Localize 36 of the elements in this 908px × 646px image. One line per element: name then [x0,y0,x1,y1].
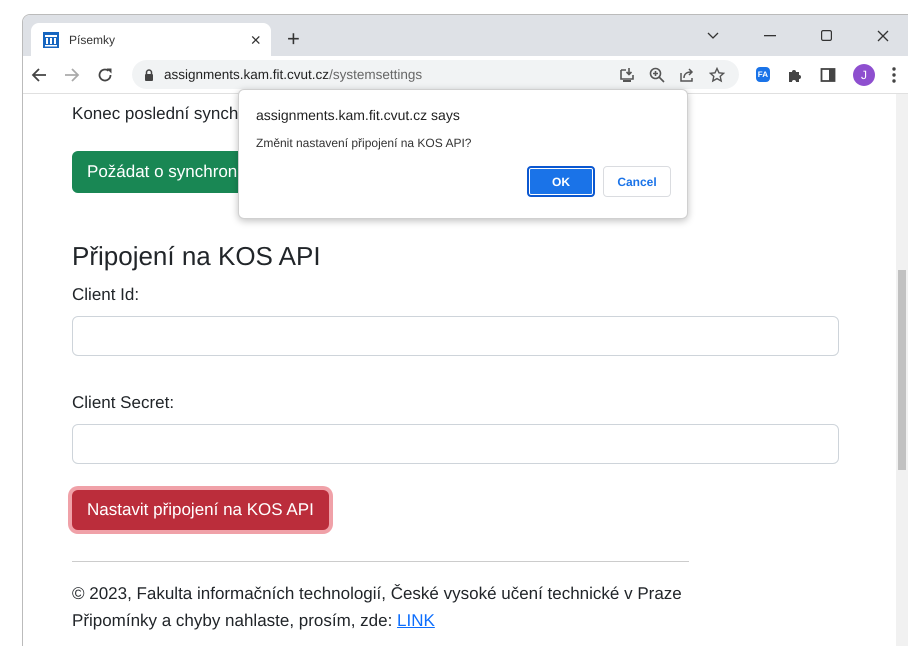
close-tab-button[interactable]: × [250,30,261,48]
field-label: Client Secret: [72,392,174,414]
profile-avatar[interactable]: J [853,64,875,86]
feedback-link[interactable]: LINK [397,611,435,630]
extension-badge[interactable]: FA [756,67,770,82]
submit-button[interactable]: Nastavit připojení na KOS API [72,490,329,530]
building-icon [43,32,59,48]
scrollbar[interactable] [896,94,908,646]
share-icon[interactable] [678,66,695,82]
cancel-button[interactable]: Cancel [603,166,671,197]
input-field[interactable] [72,316,839,356]
feedback-text: Připomínky a chyby nahlaste, prosím, zde: LINK [72,610,435,632]
address-bar[interactable]: assignments.kam.fit.cvut.cz/systemsettings [132,60,739,89]
star-icon[interactable] [708,66,725,82]
tab-title: Písemky [69,32,116,46]
zoom-icon[interactable] [648,66,665,82]
section-heading: Připojení na KOS API [72,240,322,273]
close-icon[interactable] [877,30,889,42]
lock-icon [144,68,154,80]
ok-button[interactable]: OK [527,166,595,197]
install-icon[interactable] [618,66,635,82]
new-tab-button[interactable]: + [287,28,300,50]
input-field[interactable] [72,424,839,464]
browser-tab[interactable]: Písemky × [31,23,271,56]
minimize-icon[interactable] [764,34,776,36]
field-label: Client Id: [72,284,140,306]
menu-icon[interactable] [892,66,896,82]
dialog-message: Změnit nastavení připojení na KOS API? [256,136,472,150]
maximize-icon[interactable] [821,30,832,41]
back-icon[interactable] [31,66,47,82]
dialog-title: assignments.kam.fit.cvut.cz says [256,107,461,123]
chevron-down-icon[interactable] [707,32,719,40]
sync-status-text: Konec poslední synch [72,103,238,125]
reload-icon[interactable] [97,66,113,82]
copyright-text: © 2023, Fakulta informačních technologií, České vysoké učení technické v Praze [72,583,682,605]
side-panel-icon[interactable] [820,66,836,82]
